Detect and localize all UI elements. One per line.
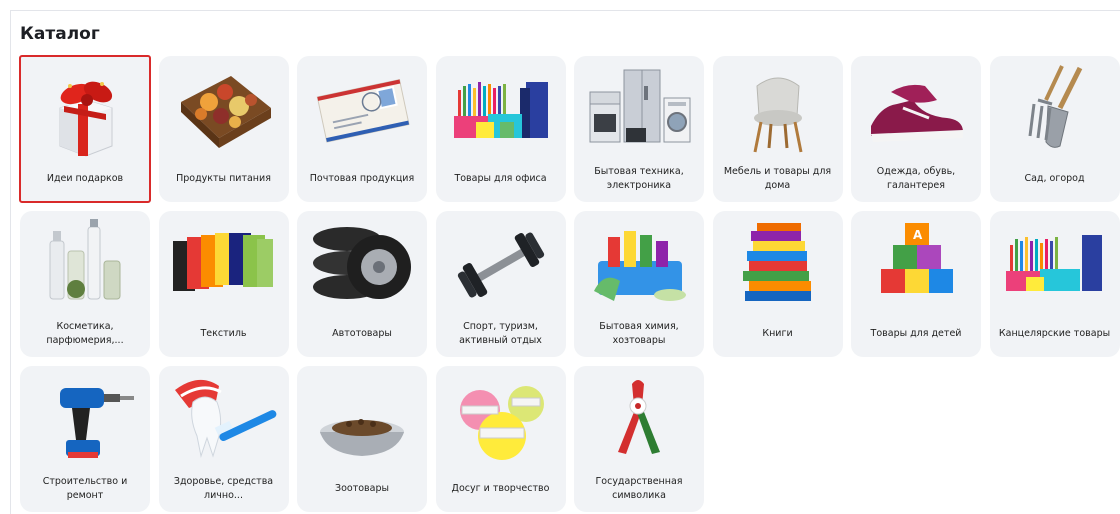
svg-text:A: A: [913, 228, 923, 242]
category-label: Бытовая химия, хозтовары: [599, 321, 679, 346]
category-card-auto[interactable]: Автотовары: [297, 211, 427, 357]
category-label: Товары для офиса: [454, 173, 547, 184]
category-label: Бытовая техника, электроника: [594, 166, 684, 191]
sneaker-icon: [851, 56, 981, 164]
office-supplies-icon: [436, 56, 566, 164]
category-card-office[interactable]: Товары для офиса: [435, 56, 566, 202]
category-card-postal[interactable]: Почтовая продукция: [297, 56, 427, 202]
power-drill-icon: [20, 366, 150, 474]
home-appliances-icon: [574, 56, 704, 164]
t-shirts-icon: [159, 211, 289, 319]
envelope-icon: [297, 56, 427, 164]
dried-fruit-tray-icon: [159, 56, 289, 164]
toy-blocks-icon: A: [851, 211, 981, 319]
category-card-kids[interactable]: A Товары для детей: [851, 211, 981, 357]
category-label: Текстиль: [200, 328, 247, 339]
category-label: Автотовары: [332, 328, 392, 339]
category-card-construction[interactable]: Строительство и ремонт: [20, 366, 150, 512]
category-card-garden[interactable]: Сад, огород: [989, 56, 1120, 202]
category-card-state-symbols[interactable]: Государственная символика: [574, 366, 704, 512]
category-label: Косметика, парфюмерия,...: [46, 321, 124, 346]
category-card-leisure[interactable]: Досуг и творчество: [435, 366, 566, 512]
catalog-grid: Идеи подарков Продукты питания Почтовая …: [19, 55, 1120, 512]
category-label: Мебель и товары для дома: [723, 166, 832, 191]
category-card-chemicals[interactable]: Бытовая химия, хозтовары: [574, 211, 704, 357]
category-label: Канцелярские товары: [998, 328, 1111, 339]
category-label: Сад, огород: [1024, 173, 1085, 184]
category-label: Досуг и творчество: [451, 483, 550, 494]
books-stack-icon: [713, 211, 843, 319]
stationery-icon: [990, 211, 1120, 319]
category-card-furniture[interactable]: Мебель и товары для дома: [712, 56, 843, 202]
category-label: Одежда, обувь, галантерея: [876, 166, 956, 191]
cosmetics-bottles-icon: [20, 211, 150, 319]
category-card-health[interactable]: Здоровье, средства лично...: [158, 366, 289, 512]
category-card-food[interactable]: Продукты питания: [158, 56, 289, 202]
category-card-gift-ideas[interactable]: Идеи подарков: [19, 55, 151, 203]
category-label: Товары для детей: [870, 328, 962, 339]
category-label: Почтовая продукция: [309, 173, 415, 184]
category-label: Спорт, туризм, активный отдых: [459, 321, 542, 346]
category-label: Здоровье, средства лично...: [173, 476, 274, 501]
category-card-clothing[interactable]: Одежда, обувь, галантерея: [851, 56, 981, 202]
category-card-books[interactable]: Книги: [712, 211, 843, 357]
category-label: Строительство и ремонт: [42, 476, 128, 501]
car-tires-icon: [297, 211, 427, 319]
page-title: Каталог: [20, 24, 100, 44]
chair-icon: [713, 56, 843, 164]
category-card-appliances[interactable]: Бытовая техника, электроника: [574, 56, 704, 202]
garden-tools-icon: [990, 56, 1120, 164]
category-card-cosmetics[interactable]: Косметика, парфюмерия,...: [20, 211, 150, 357]
pet-bowl-icon: [297, 366, 427, 474]
dumbbell-icon: [436, 211, 566, 319]
category-label: Идеи подарков: [46, 173, 124, 184]
national-ribbon-icon: [574, 366, 704, 474]
category-card-sport[interactable]: Спорт, туризм, активный отдых: [435, 211, 566, 357]
category-label: Государственная символика: [595, 476, 683, 501]
gift-box-icon: [20, 56, 150, 164]
category-label: Продукты питания: [176, 173, 271, 184]
cleaning-supplies-icon: [574, 211, 704, 319]
category-label: Зоотовары: [334, 483, 389, 494]
yarn-balls-icon: [436, 366, 566, 474]
category-card-pets[interactable]: Зоотовары: [297, 366, 427, 512]
tooth-toothbrush-icon: [159, 366, 289, 474]
category-card-stationery[interactable]: Канцелярские товары: [989, 211, 1120, 357]
category-label: Книги: [762, 328, 793, 339]
category-card-textile[interactable]: Текстиль: [158, 211, 289, 357]
